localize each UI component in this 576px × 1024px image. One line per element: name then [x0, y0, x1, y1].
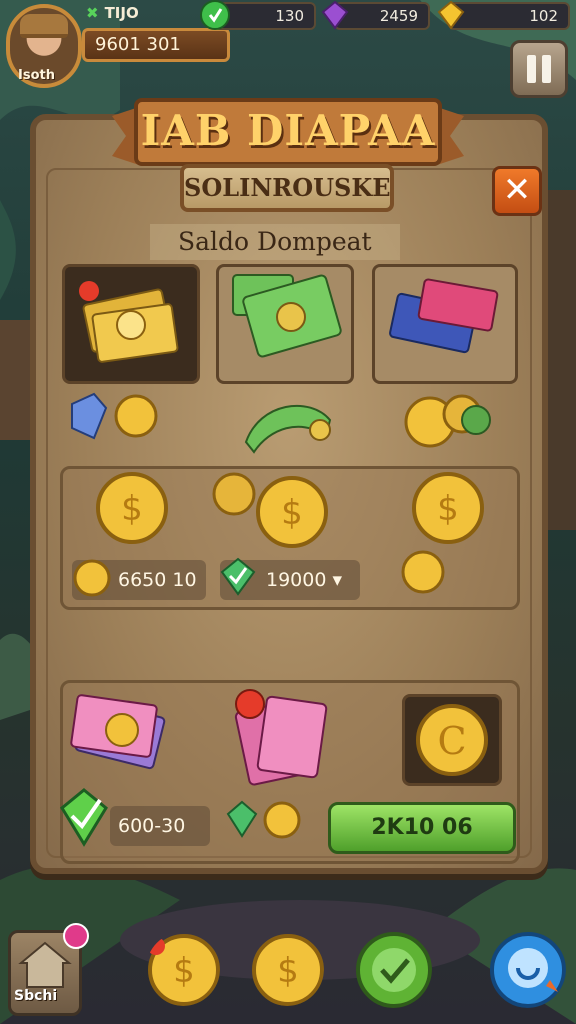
blue-gem-and-coin-icon [71, 392, 158, 440]
gem-balance-value: 19000 [266, 569, 333, 591]
purple-gem-value: 2459 [379, 7, 418, 25]
coin-pile-icon [404, 394, 491, 448]
blue-cash-stack-icon [389, 278, 499, 354]
svg-text:$: $ [437, 489, 459, 529]
notification-badge-icon [63, 923, 89, 949]
gold-cash-slot[interactable] [62, 264, 200, 384]
hat-icon [20, 14, 68, 38]
gold-counter[interactable]: 102 [448, 2, 570, 30]
pause-button[interactable] [510, 40, 568, 98]
gem-balance-arrow: ▾ [332, 569, 343, 591]
shop-label: Sbchi [14, 988, 58, 1004]
svg-text:$: $ [173, 951, 195, 991]
green-cash-stack-icon [232, 274, 342, 358]
coin-shop-button[interactable]: $ [146, 932, 220, 1006]
coin-balance-value: 6650 10 [118, 569, 197, 591]
green-gem-icon [200, 0, 230, 30]
chat-button[interactable] [488, 930, 566, 1008]
x-icon: ✖ [86, 4, 99, 22]
purchase-action-button[interactable]: 2K10 06 [328, 802, 516, 854]
single-coin-icon [401, 550, 445, 594]
green-money-roll-icon [244, 404, 332, 454]
gold-cash-stack-icon [79, 281, 179, 363]
blue-cash-slot[interactable] [372, 264, 518, 384]
level-indicator: ✖ TIJO [86, 4, 182, 24]
svg-text:$: $ [121, 489, 143, 529]
svg-text:C: C [437, 719, 466, 763]
level-label: TIJO [104, 4, 139, 22]
gem-and-coin-icon [226, 800, 301, 839]
coin-row-icons: $ $ $ [96, 472, 484, 548]
pause-bar-left [527, 55, 536, 83]
player-name: Isoth [18, 68, 55, 83]
panel-title: IAB DIAPAA [140, 106, 436, 155]
purchase-value-plate: 600-30 [110, 806, 210, 846]
pink-card-icon [234, 689, 328, 786]
purple-gem-icon [321, 0, 349, 30]
green-cash-slot[interactable] [216, 264, 354, 384]
pink-cash-icon [70, 694, 166, 770]
svg-text:$: $ [281, 493, 303, 533]
coin-reward-button[interactable]: $ [250, 932, 324, 1006]
green-check-gem-icon [60, 788, 108, 847]
gold-icon [437, 0, 465, 30]
name-plate: 9601 301 [82, 28, 230, 62]
purchase-value: 600-30 [118, 815, 186, 837]
c-coin-icon: C [416, 704, 488, 776]
green-gem-value: 130 [275, 7, 304, 25]
confirm-check-button[interactable] [354, 930, 432, 1008]
section-title: Saldo Dompeat [150, 224, 400, 260]
gold-value: 102 [529, 7, 558, 25]
svg-text:$: $ [277, 951, 299, 991]
close-button[interactable]: ✕ [492, 166, 542, 216]
pause-bar-right [542, 55, 551, 83]
panel-subtitle: SOLINROUSKE [180, 164, 394, 212]
green-gem-check-icon [220, 557, 256, 596]
coin-icon [73, 559, 111, 597]
